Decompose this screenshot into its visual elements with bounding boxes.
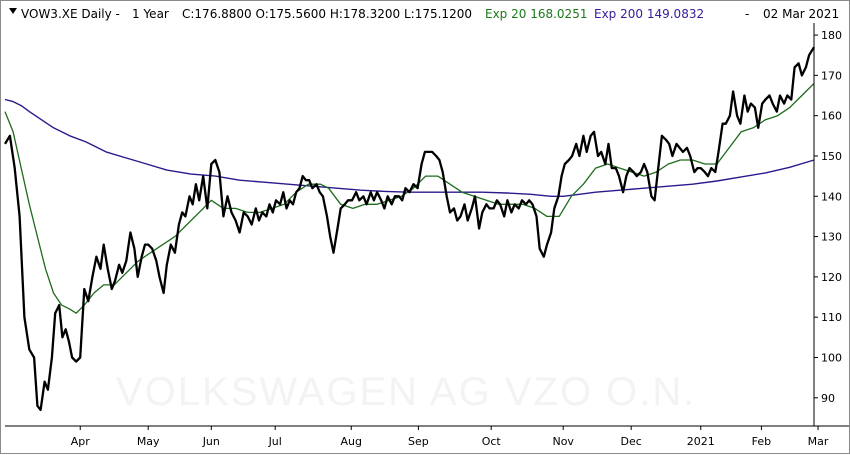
x-tick-label: Sep — [408, 435, 429, 448]
y-tick-label: 170 — [821, 69, 842, 82]
y-tick-label: 140 — [821, 190, 842, 203]
x-tick-label: 2021 — [687, 435, 715, 448]
y-tick-label: 110 — [821, 311, 842, 324]
y-tick-label: 150 — [821, 150, 842, 163]
y-tick-label: 130 — [821, 231, 842, 244]
exp20-label: Exp 20 168.0251 — [485, 7, 587, 21]
x-tick-label: Aug — [341, 435, 362, 448]
watermark-text: VOLKSWAGEN AG VZO O.N. — [116, 370, 696, 414]
exp20-series-line — [4, 82, 815, 314]
y-tick-label: 180 — [821, 29, 842, 42]
date-label: 02 Mar 2021 — [763, 7, 839, 21]
price-chart: VOW3.XE Daily - 1 Year C:176.8800 O:175.… — [4, 7, 849, 448]
y-tick-label: 90 — [821, 392, 835, 405]
y-axis-ticks: 90 100 110 120 130 140 150 160 170 180 — [814, 29, 842, 405]
x-tick-label: Jul — [268, 435, 282, 448]
x-tick-label: Oct — [482, 435, 502, 448]
chart-frame: VOW3.XE Daily - 1 Year C:176.8800 O:175.… — [0, 0, 850, 454]
chart-menu-icon[interactable] — [9, 8, 17, 14]
price-series-line — [4, 46, 815, 412]
x-tick-label: Apr — [71, 435, 91, 448]
plot-lines — [4, 46, 815, 412]
exp200-series-line — [4, 98, 815, 197]
x-tick-label: Nov — [552, 435, 574, 448]
symbol-label: VOW3.XE Daily - — [21, 7, 120, 21]
x-tick-label: Feb — [752, 435, 771, 448]
x-axis-ticks: Apr May Jun Jul Aug Sep Oct Nov Dec 2021 Feb Mar — [71, 426, 829, 448]
dash-separator: - — [745, 7, 749, 21]
x-tick-label: May — [137, 435, 160, 448]
x-tick-label: Mar — [808, 435, 829, 448]
exp200-label: Exp 200 149.0832 — [594, 7, 704, 21]
period-label: 1 Year — [132, 7, 169, 21]
y-tick-label: 160 — [821, 110, 842, 123]
chart-header: VOW3.XE Daily - 1 Year C:176.8800 O:175.… — [9, 7, 839, 21]
ohlc-values: C:176.8800 O:175.5600 H:178.3200 L:175.1… — [182, 7, 472, 21]
y-tick-label: 120 — [821, 271, 842, 284]
y-tick-label: 100 — [821, 351, 842, 364]
x-tick-label: Dec — [621, 435, 642, 448]
x-tick-label: Jun — [202, 435, 220, 448]
